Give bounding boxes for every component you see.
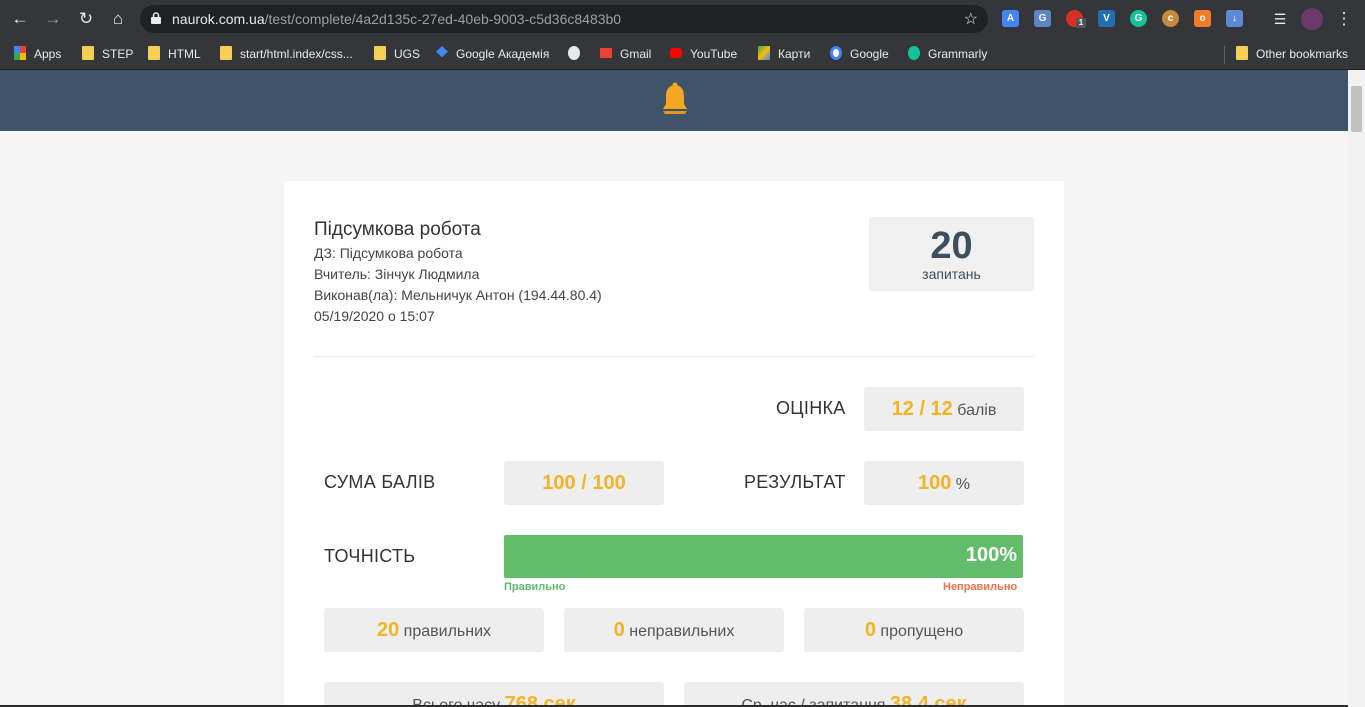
bookmark-ugs[interactable]: UGS (374, 45, 420, 63)
orange-extension-icon[interactable]: o (1194, 10, 1211, 27)
page-content: Підсумкова робота ДЗ: Підсумкова робота … (0, 131, 1348, 707)
questions-label: запитань (922, 266, 981, 282)
sum-value: 100 / 100 (542, 472, 626, 494)
download-extension-icon[interactable]: ↓ (1226, 10, 1243, 27)
cookie-extension-icon[interactable]: c (1162, 10, 1179, 27)
accuracy-percent: 100% (965, 544, 1017, 566)
incorrect-label: неправильних (629, 623, 735, 640)
google-icon (830, 46, 842, 60)
address-bar[interactable]: naurok.com.ua/test/complete/4a2d135c-27e… (140, 5, 988, 33)
result-unit: % (955, 476, 971, 493)
bookmark-globe[interactable] (568, 45, 588, 63)
folder-icon (220, 46, 232, 60)
accuracy-bar: 100% (504, 535, 1023, 578)
grade-box: 12 / 12 балів (864, 387, 1024, 431)
skipped-label: пропущено (880, 623, 964, 640)
bookmark-gmail[interactable]: Gmail (600, 45, 651, 63)
incorrect-count: 0 (613, 619, 625, 641)
sum-label: СУМА БАЛІВ (324, 472, 436, 492)
test-title: Підсумкова робота (314, 219, 481, 240)
result-box: 100 % (864, 461, 1024, 505)
bookmark-youtube[interactable]: YouTube (670, 45, 737, 63)
scholar-icon (436, 46, 448, 58)
correct-legend: Правильно (504, 581, 566, 593)
correct-count: 20 (376, 619, 400, 641)
sum-box: 100 / 100 (504, 461, 664, 505)
grammarly-icon (908, 46, 920, 60)
questions-count: 20 (930, 225, 973, 267)
reload-icon[interactable]: ↻ (74, 7, 98, 31)
folder-icon (1236, 46, 1248, 60)
result-card: Підсумкова робота ДЗ: Підсумкова робота … (284, 181, 1064, 707)
bookmark-grammarly[interactable]: Grammarly (908, 45, 987, 63)
result-value: 100 (917, 472, 952, 494)
skipped-count: 0 (864, 619, 876, 641)
bookmark-start-html[interactable]: start/html.index/css... (220, 45, 353, 63)
total-time-box: Всього часу 768 сек (324, 682, 664, 707)
scroll-thumb[interactable] (1351, 86, 1362, 132)
apps-grid-icon (14, 46, 26, 60)
extension-badge-icon[interactable]: 1 (1066, 10, 1086, 28)
bookmarks-separator (1224, 46, 1225, 64)
homework-line: ДЗ: Підсумкова робота (314, 245, 463, 261)
maps-icon (758, 46, 770, 60)
profile-avatar[interactable] (1301, 8, 1323, 30)
date-line: 05/19/2020 о 15:07 (314, 308, 435, 324)
gmail-icon (600, 48, 612, 58)
globe-icon (568, 46, 580, 60)
bookmark-star-icon[interactable]: ☆ (964, 9, 978, 29)
avg-time-box: Ср. час / запитання 38.4 сек (684, 682, 1024, 707)
home-icon[interactable]: ⌂ (106, 7, 130, 31)
lock-icon (151, 12, 161, 24)
grade-label: ОЦІНКА (776, 398, 846, 418)
bookmark-google-academy[interactable]: Google Академія (436, 45, 549, 63)
correct-label: правильних (403, 623, 492, 640)
folder-icon (82, 46, 94, 60)
teacher-line: Вчитель: Зінчук Людмила (314, 266, 480, 282)
media-queue-icon[interactable]: ☰ (1268, 7, 1292, 31)
bookmark-apps[interactable]: Apps (14, 45, 61, 63)
skipped-stat: 0 пропущено (804, 608, 1024, 652)
bell-logo-icon[interactable] (660, 82, 690, 118)
incorrect-stat: 0 неправильних (564, 608, 784, 652)
page-scrollbar[interactable] (1348, 70, 1365, 707)
correct-stat: 20 правильних (324, 608, 544, 652)
back-arrow-icon[interactable]: ← (8, 7, 32, 31)
bookmarks-bar: Apps STEP HTML start/html.index/css... U… (0, 38, 1365, 70)
bookmark-html[interactable]: HTML (148, 45, 201, 63)
menu-kebab-icon[interactable]: ⋮ (1332, 7, 1356, 31)
translate-extension-icon[interactable]: A (1002, 10, 1019, 27)
grammarly-extension-icon[interactable]: G (1130, 10, 1147, 27)
incorrect-legend: Неправильно (943, 581, 1018, 593)
folder-icon (148, 46, 160, 60)
url-text: naurok.com.ua/test/complete/4a2d135c-27e… (172, 11, 622, 27)
shield-extension-icon[interactable]: V (1098, 10, 1115, 27)
grade-value: 12 / 12 (891, 398, 953, 420)
questions-count-box: 20 запитань (869, 217, 1034, 291)
google-translate-icon[interactable]: G (1034, 10, 1051, 27)
bookmark-maps[interactable]: Карти (758, 45, 810, 63)
forward-arrow-icon[interactable]: → (41, 7, 65, 31)
accuracy-label: ТОЧНІСТЬ (324, 546, 416, 566)
grade-unit: балів (957, 402, 997, 419)
other-bookmarks[interactable]: Other bookmarks (1236, 45, 1348, 63)
bookmark-step[interactable]: STEP (82, 45, 133, 63)
browser-toolbar: ← → ↻ ⌂ naurok.com.ua/test/complete/4a2d… (0, 0, 1365, 38)
folder-icon (374, 46, 386, 60)
divider (314, 356, 1034, 357)
youtube-icon (670, 48, 682, 58)
result-label: РЕЗУЛЬТАТ (744, 472, 846, 492)
performer-line: Виконав(ла): Мельничук Антон (194.44.80.… (314, 287, 602, 303)
bookmark-google[interactable]: Google (830, 45, 889, 63)
site-header (0, 70, 1348, 131)
